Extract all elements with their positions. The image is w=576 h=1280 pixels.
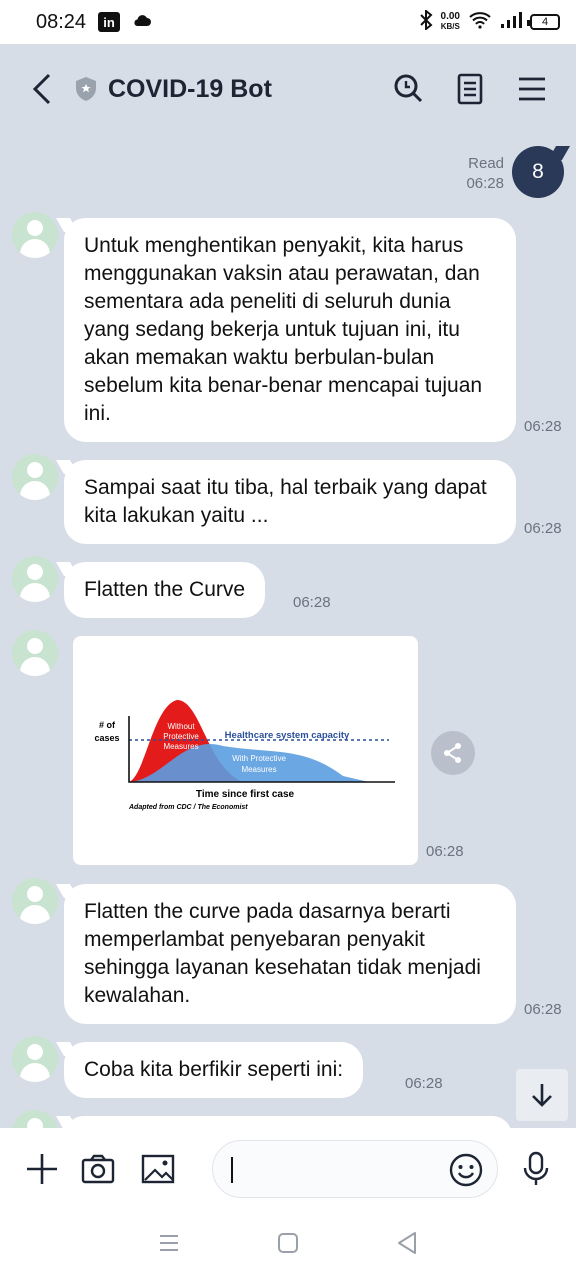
read-label: Read: [468, 155, 504, 172]
read-receipt: Read 06:28: [466, 154, 504, 194]
scroll-down-button[interactable]: [516, 1069, 568, 1121]
back-button[interactable]: [12, 59, 72, 119]
without-label-2: Protective: [163, 732, 199, 741]
message-time: 06:28: [524, 418, 562, 435]
capacity-label: Healthcare system capacity: [225, 730, 350, 741]
flatten-curve-chart-image: # of cases Without Protective Measures H…: [94, 700, 395, 811]
text-cursor: [231, 1157, 233, 1183]
message-bubble[interactable]: Coba kita berfikir seperti ini:: [64, 1042, 364, 1098]
message-bubble-partial[interactable]: [64, 1116, 512, 1128]
chart-y-label: # of: [99, 720, 116, 730]
without-label-3: Measures: [163, 742, 198, 751]
back-nav-button[interactable]: [396, 1231, 418, 1260]
sent-message[interactable]: 8: [512, 146, 564, 198]
plus-icon: [27, 1154, 57, 1184]
status-bar: 08:24 in 0.00 KB/S 4: [0, 0, 576, 44]
back-arrow-icon: [32, 73, 51, 105]
add-button[interactable]: [20, 1147, 64, 1191]
page-title: COVID-19 Bot: [108, 74, 272, 103]
camera-icon: [81, 1154, 115, 1184]
battery-icon: 4: [527, 14, 560, 30]
message-time: 06:28: [426, 843, 464, 860]
bluetooth-icon: [419, 8, 433, 35]
chat-area[interactable]: Read 06:28 8 Untuk menghentikan penyakit…: [0, 134, 576, 1128]
emoji-button[interactable]: [447, 1151, 485, 1189]
bot-avatar[interactable]: [12, 1110, 58, 1128]
emoji-icon: [449, 1153, 483, 1187]
gallery-button[interactable]: [136, 1147, 180, 1191]
search-button[interactable]: [388, 69, 428, 109]
square-icon: [277, 1232, 298, 1253]
net-speed: 0.00 KB/S: [441, 12, 460, 32]
message-bubble[interactable]: Untuk menghentikan penyakit, kita harus …: [64, 218, 516, 442]
linkedin-icon: in: [98, 12, 121, 32]
official-shield-icon: [74, 76, 98, 102]
bot-avatar[interactable]: [12, 212, 58, 258]
message-bubble[interactable]: Sampai saat itu tiba, hal terbaik yang d…: [64, 460, 516, 544]
message-input-bar: [0, 1128, 576, 1210]
image-message[interactable]: # of cases Without Protective Measures H…: [73, 636, 418, 865]
image-icon: [141, 1154, 175, 1184]
message-input[interactable]: [212, 1140, 498, 1198]
bot-avatar[interactable]: [12, 1036, 58, 1082]
message-bubble[interactable]: Flatten the Curve: [64, 562, 266, 618]
message-time: 06:28: [524, 1001, 562, 1018]
bot-avatar[interactable]: [12, 556, 58, 602]
voice-button[interactable]: [514, 1147, 558, 1191]
chart-y-label-2: cases: [94, 733, 119, 743]
net-speed-unit: KB/S: [440, 22, 460, 31]
share-icon: [444, 743, 461, 763]
share-button[interactable]: [431, 731, 475, 775]
message-time: 06:28: [293, 594, 331, 611]
with-label-1: With Protective: [232, 754, 286, 763]
message-time: 06:28: [524, 520, 562, 537]
without-label-1: Without: [167, 722, 195, 731]
message-time: 06:28: [405, 1075, 443, 1092]
triangle-back-icon: [397, 1231, 416, 1254]
chat-header: COVID-19 Bot: [0, 44, 576, 134]
bot-avatar[interactable]: [12, 630, 58, 676]
with-label-2: Measures: [241, 765, 276, 774]
status-time: 08:24: [36, 10, 87, 33]
wifi-icon: [468, 11, 492, 34]
chart-x-label: Time since first case: [196, 789, 295, 800]
search-icon: [394, 74, 423, 103]
net-speed-value: 0.00: [440, 11, 460, 22]
system-nav-bar: [0, 1210, 576, 1280]
camera-button[interactable]: [76, 1147, 120, 1191]
arrow-down-icon: [532, 1084, 552, 1107]
microphone-icon: [523, 1151, 549, 1185]
home-button[interactable]: [277, 1232, 299, 1259]
message-bubble[interactable]: Flatten the curve pada dasarnya berarti …: [64, 884, 516, 1024]
signal-icon: [500, 11, 522, 33]
menu-icon: [519, 77, 545, 101]
cloud-icon: [132, 13, 152, 32]
menu-button[interactable]: [512, 69, 552, 109]
chart-source: Adapted from CDC / The Economist: [128, 804, 248, 811]
notes-icon: [457, 73, 483, 105]
bot-avatar[interactable]: [12, 878, 58, 924]
notes-button[interactable]: [450, 69, 490, 109]
bot-avatar[interactable]: [12, 454, 58, 500]
recent-apps-button[interactable]: [158, 1233, 180, 1258]
read-time: 06:28: [466, 175, 504, 192]
menu-lines-icon: [160, 1234, 179, 1251]
